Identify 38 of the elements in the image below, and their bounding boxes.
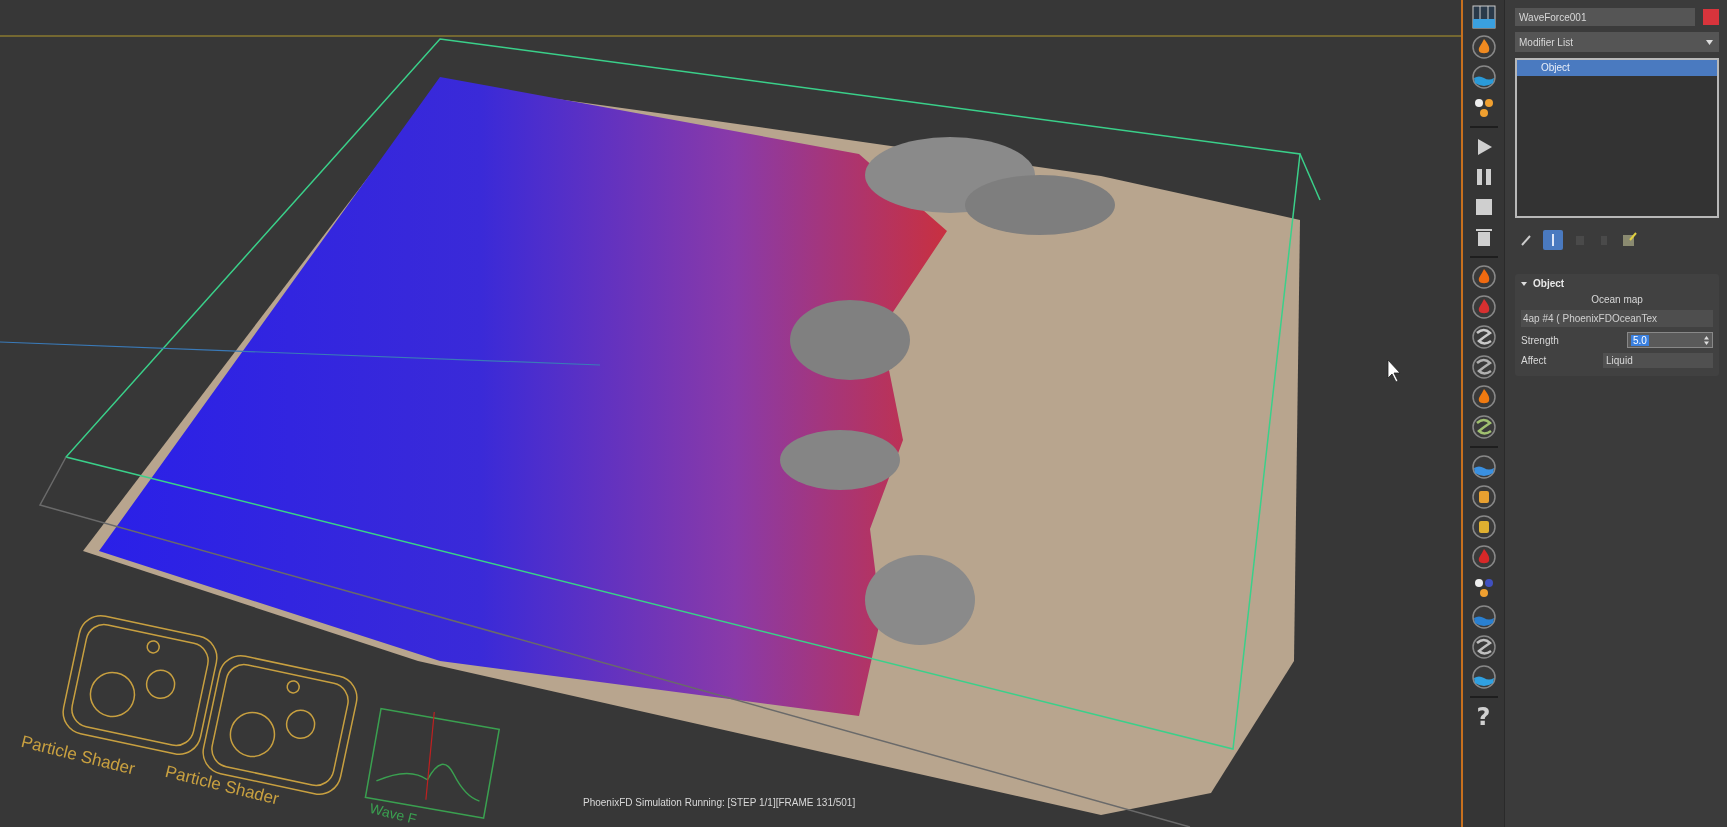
modifier-list-dropdown[interactable]: Modifier List bbox=[1515, 32, 1719, 52]
strength-label: Strength bbox=[1521, 334, 1559, 346]
help-button[interactable]: ? bbox=[1476, 704, 1491, 730]
swirl-icon[interactable] bbox=[1470, 324, 1497, 350]
map-button[interactable]: 4ap #4 ( PhoenixFDOceanTex bbox=[1521, 310, 1713, 327]
flame-icon[interactable] bbox=[1470, 294, 1497, 320]
water-icon[interactable] bbox=[1470, 454, 1497, 480]
caret-icon bbox=[1706, 39, 1713, 45]
caret-icon bbox=[1521, 280, 1527, 287]
show-end-result-icon[interactable] bbox=[1543, 230, 1563, 250]
water-icon[interactable] bbox=[1470, 64, 1497, 90]
object-color-swatch[interactable] bbox=[1703, 9, 1719, 25]
swirl-icon[interactable] bbox=[1470, 634, 1497, 660]
viewport-label: Particle Shader bbox=[163, 762, 281, 810]
spinner-arrows-icon bbox=[1704, 335, 1709, 345]
swirl-icon[interactable] bbox=[1470, 414, 1497, 440]
modifier-stack-item[interactable]: Object bbox=[1517, 60, 1717, 76]
flame-icon[interactable] bbox=[1470, 34, 1497, 60]
affect-dropdown[interactable]: Liquid bbox=[1603, 353, 1713, 368]
flame-icon[interactable] bbox=[1470, 544, 1497, 570]
rollout-header[interactable]: Object bbox=[1521, 278, 1713, 289]
grid-icon[interactable] bbox=[1470, 4, 1497, 30]
ocean-map-label: Ocean map bbox=[1590, 294, 1644, 305]
water-icon[interactable] bbox=[1470, 664, 1497, 690]
affect-label: Affect bbox=[1521, 355, 1547, 366]
water-icon[interactable] bbox=[1470, 604, 1497, 630]
flame-icon[interactable] bbox=[1470, 264, 1497, 290]
mouse-cursor-icon bbox=[1387, 359, 1401, 383]
status-text: PhoenixFD Simulation Running: [STEP 1/1][FRAME 131/501] bbox=[583, 797, 856, 808]
strength-spinner[interactable]: 5.0 bbox=[1627, 332, 1713, 348]
swirl-icon[interactable] bbox=[1470, 354, 1497, 380]
configure-icon[interactable] bbox=[1621, 232, 1637, 248]
viewport-label: Wave F bbox=[368, 800, 419, 827]
viewport-label: Particle Shader bbox=[19, 732, 137, 780]
object-name-field[interactable]: WaveForce001 bbox=[1515, 8, 1695, 26]
rollout-title: Object bbox=[1533, 278, 1565, 289]
viewport[interactable]: Particle Shader Particle Shader Wave F PhoenixFD Simulation Running: [STEP 1/1][FRAME 131/501] bbox=[0, 0, 1463, 827]
flame-icon[interactable] bbox=[1470, 384, 1497, 410]
